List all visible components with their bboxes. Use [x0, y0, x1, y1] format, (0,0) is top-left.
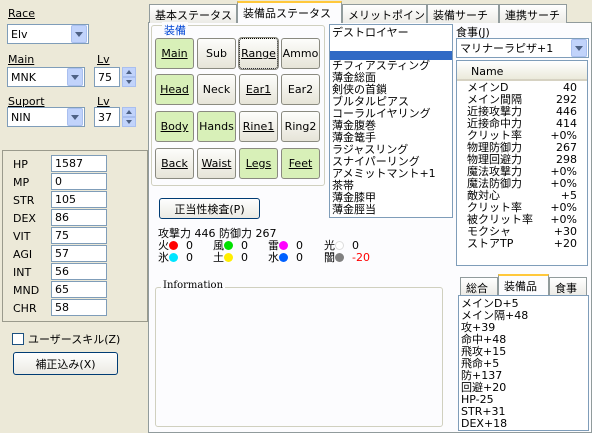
- support-job-value: NIN: [11, 110, 31, 124]
- stat-row-dex: DEX 86: [3, 209, 153, 227]
- chevron-down-icon[interactable]: [571, 39, 587, 57]
- spin-down-icon[interactable]: [122, 117, 136, 127]
- earth-icon: [224, 253, 233, 262]
- equip-group-label: 装備: [162, 22, 188, 38]
- chevron-down-icon[interactable]: [67, 108, 83, 126]
- validity-check-button[interactable]: 正当性検査(P): [159, 198, 260, 219]
- slot-neck[interactable]: Neck: [197, 74, 236, 105]
- stat-row-chr: CHR 58: [3, 299, 153, 317]
- dark-icon: [335, 253, 344, 262]
- element-ice: 氷0: [158, 251, 193, 264]
- support-lv-input[interactable]: 37: [94, 107, 120, 127]
- information-group: [155, 287, 443, 427]
- race-label: Race: [8, 7, 35, 20]
- slot-sub[interactable]: Sub: [197, 38, 236, 69]
- race-select[interactable]: Elv: [7, 24, 89, 44]
- column-header-name[interactable]: Name: [457, 61, 587, 81]
- food-value: マリナーラピザ+1: [460, 42, 554, 55]
- main-job-select[interactable]: MNK: [7, 67, 85, 87]
- stat-row-str: STR 105: [3, 191, 153, 209]
- main-lv-spin[interactable]: [122, 67, 136, 87]
- slot-legs[interactable]: Legs: [239, 148, 278, 179]
- information-label: Information: [161, 280, 226, 291]
- list-item[interactable]: [330, 39, 452, 51]
- checkbox-box[interactable]: [12, 333, 24, 345]
- tab-basic-status[interactable]: 基本ステータス: [149, 4, 237, 23]
- bonus-list[interactable]: メインD+5 メイン隔+48 攻+39 命中+48 飛攻+15 飛命+5 防+1…: [458, 295, 589, 431]
- correction-button[interactable]: 補正込み(X): [13, 352, 118, 375]
- slot-head[interactable]: Head: [155, 74, 194, 105]
- ice-icon: [169, 253, 178, 262]
- list-item[interactable]: 薄金脛当: [330, 204, 452, 216]
- equip-item-list[interactable]: デストロイヤー チフィアスティング 薄金総面 剣侠の首鎖 ブルタルピアス コーラ…: [329, 24, 453, 218]
- slot-waist[interactable]: Waist: [197, 148, 236, 179]
- slot-back[interactable]: Back: [155, 148, 194, 179]
- stat-row-mp: MP 0: [3, 173, 153, 191]
- slot-body[interactable]: Body: [155, 111, 194, 142]
- subtab-equipment[interactable]: 装備品: [498, 274, 549, 295]
- slot-ring2[interactable]: Ring2: [281, 111, 320, 142]
- water-icon: [279, 253, 288, 262]
- stat-rows: メインD 40 メイン間隔 292 近接攻撃力 446 近接命中力 414 クリット率 +…: [457, 81, 587, 250]
- tab-merit-points[interactable]: メリットポイント: [342, 4, 436, 23]
- chevron-down-icon[interactable]: [67, 68, 83, 86]
- element-dark: 闇 -20: [324, 251, 370, 264]
- spin-up-icon[interactable]: [122, 107, 136, 117]
- stat-row-mnd: MND 65: [3, 281, 153, 299]
- slot-ring1[interactable]: Rine1: [239, 111, 278, 142]
- stat-row-vit: VIT 75: [3, 227, 153, 245]
- element-earth: 土0: [213, 251, 248, 264]
- slot-feet[interactable]: Feet: [281, 148, 320, 179]
- spin-up-icon[interactable]: [122, 67, 136, 77]
- slot-main[interactable]: Main: [155, 38, 194, 69]
- main-job-label: Main: [8, 53, 35, 66]
- slot-ear2[interactable]: Ear2: [281, 74, 320, 105]
- race-value: Elv: [11, 27, 28, 41]
- stat-row-hp: HP 1587: [3, 155, 153, 173]
- tab-equipment-status[interactable]: 装備品ステータス: [237, 1, 342, 23]
- subtab-food[interactable]: 食事: [549, 277, 587, 295]
- main-lv-label: Lv: [97, 53, 110, 66]
- stat-listview[interactable]: Name メインD 40 メイン間隔 292 近接攻撃力 446 近接命中力 414 ク…: [456, 60, 588, 266]
- stat-row-int: INT 56: [3, 263, 153, 281]
- table-row[interactable]: ストアTP +20: [457, 238, 587, 250]
- food-select[interactable]: マリナーラピザ+1: [456, 38, 589, 58]
- spin-down-icon[interactable]: [122, 77, 136, 87]
- support-job-select[interactable]: NIN: [7, 107, 85, 127]
- slot-ammo[interactable]: Ammo: [281, 38, 320, 69]
- list-item[interactable]: デストロイヤー: [330, 27, 452, 39]
- user-skill-checkbox[interactable]: ユーザースキル(Z): [12, 331, 120, 347]
- tab-equipment-search[interactable]: 装備サーチ: [427, 4, 499, 23]
- slot-hands[interactable]: Hands: [197, 111, 236, 142]
- main-lv-stepper[interactable]: 75: [94, 67, 136, 87]
- subtab-summary[interactable]: 総合: [460, 277, 498, 295]
- chevron-down-icon[interactable]: [71, 25, 87, 43]
- tab-skillchain-search[interactable]: 連携サーチ: [499, 4, 567, 23]
- main-job-value: MNK: [11, 70, 36, 84]
- user-skill-label: ユーザースキル(Z): [28, 333, 121, 346]
- stats-panel: HP 1587 MP 0 STR 105 DEX 86 VIT 75 AGI 57 INT 5…: [2, 150, 148, 322]
- element-water: 水0: [268, 251, 303, 264]
- slot-range[interactable]: Range: [238, 37, 279, 70]
- stat-row-agi: AGI 57: [3, 245, 153, 263]
- list-item: DEX+18: [461, 417, 508, 430]
- main-lv-input[interactable]: 75: [94, 67, 120, 87]
- support-lv-stepper[interactable]: 37: [94, 107, 136, 127]
- support-lv-spin[interactable]: [122, 107, 136, 127]
- slot-ear1[interactable]: Ear1: [239, 74, 278, 105]
